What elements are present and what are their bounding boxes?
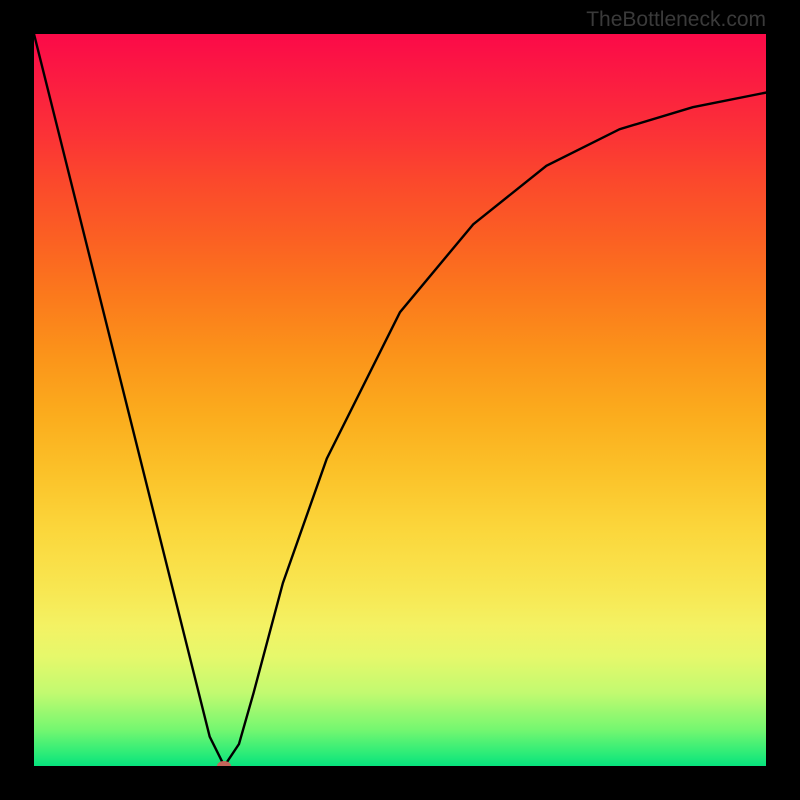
- chart-frame: TheBottleneck.com: [0, 0, 800, 800]
- bottleneck-curve-path: [34, 34, 766, 766]
- curve-svg: [34, 34, 766, 766]
- vertex-marker: [217, 761, 231, 766]
- attribution-text: TheBottleneck.com: [586, 8, 766, 32]
- chart-area: [34, 34, 766, 766]
